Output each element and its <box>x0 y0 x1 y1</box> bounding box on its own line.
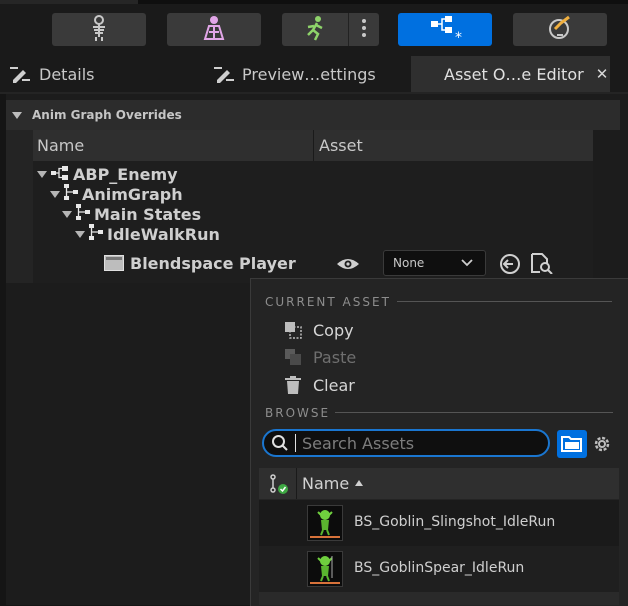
search-box[interactable] <box>262 429 550 457</box>
folder-icon <box>561 435 583 453</box>
column-separator[interactable] <box>313 130 314 161</box>
collapse-arrow-icon <box>12 111 22 119</box>
paste-menu-item: Paste <box>284 346 356 368</box>
sort-ascending-icon <box>355 480 363 486</box>
panel-tab-bar: Details Preview…ettings Asset O…e Editor… <box>0 56 628 94</box>
asset-thumbnail <box>307 505 343 541</box>
graph-node-icon <box>64 184 78 204</box>
column-asset-header[interactable]: Asset <box>319 136 363 155</box>
physics-mode-button[interactable] <box>513 13 607 46</box>
column-separator[interactable] <box>296 468 297 499</box>
current-asset-header: CURRENT ASSET <box>265 295 391 309</box>
copy-menu-item[interactable]: Copy <box>284 319 354 341</box>
main-toolbar: * <box>0 0 628 56</box>
section-divider <box>335 412 613 413</box>
clear-menu-item[interactable]: Clear <box>284 374 355 396</box>
asset-type-bar <box>310 582 340 584</box>
preview-settings-icon <box>214 65 234 83</box>
tree-item-blendspace-player[interactable]: Blendspace Player <box>104 253 296 273</box>
search-icon <box>271 434 289 452</box>
copy-icon <box>284 321 302 339</box>
blendspace-node-icon <box>104 255 124 271</box>
view-options-button[interactable] <box>590 430 614 458</box>
graph-node-icon <box>89 224 103 244</box>
graph-node-icon <box>51 165 69 184</box>
category-label: Anim Graph Overrides <box>32 108 182 122</box>
mesh-icon <box>201 15 227 45</box>
paste-label: Paste <box>313 347 357 367</box>
column-name-header[interactable]: Name <box>37 136 84 155</box>
browse-to-asset-icon[interactable] <box>530 252 554 278</box>
tree-item-abp-enemy[interactable]: ABP_Enemy <box>37 164 178 184</box>
tab-preview-settings[interactable]: Preview…ettings <box>214 56 376 92</box>
eye-icon[interactable] <box>336 256 360 275</box>
content-browser-button[interactable] <box>557 430 587 458</box>
text-cursor <box>295 434 296 452</box>
asset-list-header: Name <box>259 468 619 499</box>
asset-list-item[interactable]: BS_GoblinSpear_IdleRun <box>259 546 619 592</box>
tree-item-label: Main States <box>94 204 202 224</box>
svg-text:*: * <box>455 30 462 43</box>
category-header[interactable]: Anim Graph Overrides <box>6 100 620 130</box>
search-input[interactable] <box>302 433 542 453</box>
browse-header: BROWSE <box>265 406 331 420</box>
skeleton-icon <box>88 14 110 45</box>
asset-thumbnail <box>307 551 343 587</box>
tab-asset-override-editor-label: Asset O…e Editor <box>444 64 584 84</box>
animation-mode-button[interactable] <box>282 13 348 46</box>
section-divider <box>397 301 612 302</box>
tree-item-animgraph[interactable]: AnimGraph <box>50 184 183 204</box>
physics-icon <box>547 15 573 45</box>
asset-name: BS_GoblinSpear_IdleRun <box>354 560 525 576</box>
tab-details[interactable]: Details <box>10 56 94 92</box>
expand-arrow-icon[interactable] <box>50 190 60 198</box>
gear-icon <box>592 434 612 454</box>
asset-picker-combo[interactable]: None <box>383 250 486 276</box>
tab-details-label: Details <box>39 64 95 84</box>
expand-arrow-icon[interactable] <box>75 230 85 238</box>
skeleton-mode-button[interactable] <box>52 13 146 46</box>
blueprint-icon: * <box>425 13 465 47</box>
blueprint-mode-button[interactable]: * <box>398 13 492 46</box>
paste-icon <box>284 348 302 366</box>
copy-label: Copy <box>313 320 354 340</box>
asset-picker-value: None <box>393 256 425 270</box>
tab-preview-settings-label: Preview…ettings <box>242 64 376 84</box>
chevron-down-icon <box>461 256 473 270</box>
tree-item-label: ABP_Enemy <box>73 164 178 184</box>
details-icon <box>10 65 30 83</box>
tree-item-label: Blendspace Player <box>130 253 296 273</box>
asset-type-bar <box>310 536 340 538</box>
animation-options-button[interactable] <box>348 13 379 46</box>
tree-item-label: AnimGraph <box>82 184 183 204</box>
graph-node-icon <box>76 204 90 224</box>
expand-arrow-icon[interactable] <box>37 170 47 178</box>
asset-name: BS_Goblin_Slingshot_IdleRun <box>354 514 556 530</box>
tree-item-main-states[interactable]: Main States <box>62 204 201 224</box>
tree-item-idlewalkrun[interactable]: IdleWalkRun <box>75 224 220 244</box>
source-control-icon[interactable] <box>269 474 289 494</box>
tree-item-label: IdleWalkRun <box>107 224 220 244</box>
animation-icon <box>303 15 327 45</box>
expand-arrow-icon[interactable] <box>62 210 72 218</box>
mesh-mode-button[interactable] <box>167 13 261 46</box>
toolbar-topline-accent <box>0 0 138 4</box>
table-header: Name Asset <box>33 130 593 161</box>
clear-label: Clear <box>313 375 355 395</box>
asset-list-scroll-area <box>259 592 619 605</box>
asset-list-item[interactable]: BS_Goblin_Slingshot_IdleRun <box>259 500 619 546</box>
name-column-header[interactable]: Name <box>302 474 349 493</box>
trash-icon <box>284 376 302 394</box>
use-selected-asset-icon[interactable] <box>499 253 521 279</box>
kebab-menu-icon <box>362 18 366 41</box>
tab-asset-override-editor[interactable]: Asset O…e Editor ✕ <box>411 56 610 92</box>
close-icon[interactable]: ✕ <box>596 65 609 83</box>
